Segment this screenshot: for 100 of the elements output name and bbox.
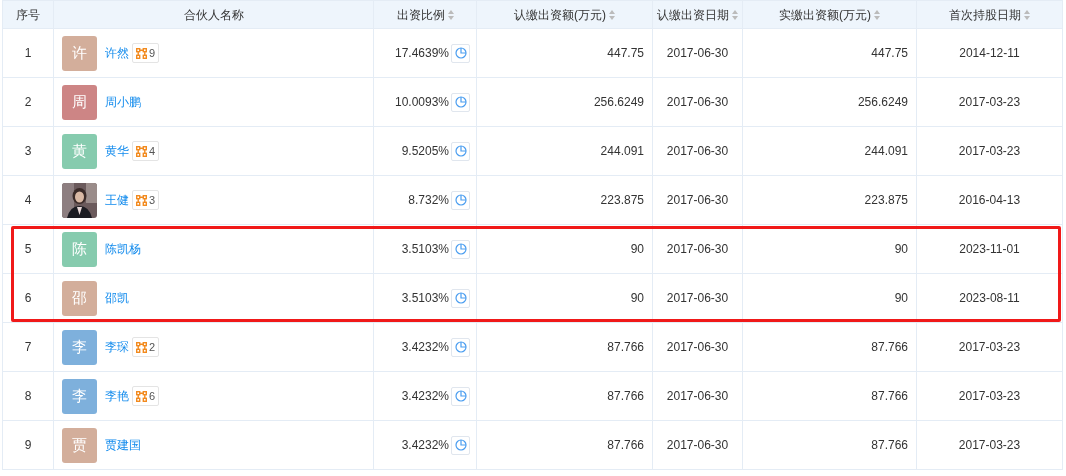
first-holding-date: 2017-03-23	[958, 340, 1021, 354]
chart-button[interactable]	[451, 386, 470, 406]
partner-link[interactable]: 李艳	[105, 387, 129, 405]
partner-link[interactable]: 王健	[105, 191, 129, 209]
first-holding-date: 2017-03-23	[958, 95, 1021, 109]
pie-chart-icon	[454, 439, 467, 451]
avatar: 陈	[62, 231, 97, 267]
row-number: 8	[24, 389, 32, 403]
pie-chart-icon	[454, 341, 467, 353]
subscribed-date: 2017-06-30	[666, 291, 729, 305]
avatar: 李	[62, 378, 97, 414]
network-icon	[136, 47, 147, 59]
share-ratio: 9.5205%	[401, 143, 449, 160]
row-number: 3	[24, 144, 32, 158]
paid-amount: 87.766	[871, 389, 908, 403]
column-header: 实缴出资额(万元)	[779, 7, 871, 22]
subscribed-amount: 223.875	[600, 193, 644, 207]
first-holding-date: 2017-03-23	[958, 144, 1021, 158]
first-holding-date: 2017-03-23	[958, 438, 1021, 452]
paid-amount: 244.091	[864, 144, 908, 158]
subscribed-date: 2017-06-30	[666, 389, 729, 403]
subscribed-date: 2017-06-30	[666, 46, 729, 60]
chart-button[interactable]	[451, 239, 470, 259]
avatar: 黄	[62, 133, 97, 169]
related-count-tag[interactable]: 2	[132, 336, 160, 358]
paid-amount: 447.75	[871, 46, 908, 60]
row-number: 7	[24, 340, 32, 354]
chart-button[interactable]	[451, 337, 470, 357]
partner-link[interactable]: 黄华	[105, 142, 129, 160]
network-icon	[136, 390, 147, 402]
share-ratio: 3.5103%	[401, 290, 449, 307]
pie-chart-icon	[454, 292, 467, 304]
paid-amount: 90	[894, 291, 908, 305]
partner-link[interactable]: 李琛	[105, 338, 129, 356]
subscribed-date: 2017-06-30	[666, 340, 729, 354]
subscribed-amount: 447.75	[607, 46, 644, 60]
chart-button[interactable]	[451, 435, 470, 455]
paid-amount: 87.766	[871, 340, 908, 354]
share-ratio: 8.732%	[408, 192, 449, 209]
first-holding-date: 2023-08-11	[959, 291, 1020, 305]
subscribed-date: 2017-06-30	[666, 144, 729, 158]
subscribed-amount: 90	[630, 242, 644, 256]
chart-button[interactable]	[451, 190, 470, 210]
partner-link[interactable]: 许然	[105, 44, 129, 62]
subscribed-amount: 87.766	[607, 389, 644, 403]
avatar: 邵	[62, 280, 97, 316]
avatar: 贾	[62, 427, 97, 463]
avatar: 许	[62, 35, 97, 71]
network-icon	[136, 145, 147, 157]
subscribed-amount: 90	[630, 291, 644, 305]
paid-amount: 256.6249	[857, 95, 908, 109]
related-count-tag[interactable]: 9	[132, 42, 160, 64]
subscribed-amount: 87.766	[607, 340, 644, 354]
chart-button[interactable]	[451, 288, 470, 308]
avatar: 周	[62, 84, 97, 120]
pie-chart-icon	[454, 47, 467, 59]
column-header: 首次持股日期	[949, 7, 1021, 22]
share-ratio: 3.4232%	[401, 437, 449, 454]
chart-button[interactable]	[451, 92, 470, 112]
row-number: 1	[24, 46, 32, 60]
share-ratio: 3.4232%	[401, 388, 449, 405]
first-holding-date: 2016-04-13	[958, 193, 1021, 207]
column-header: 认缴出资额(万元)	[514, 7, 606, 22]
paid-amount: 90	[894, 242, 908, 256]
row-number: 6	[24, 291, 32, 305]
row-number: 9	[24, 438, 32, 452]
column-header: 认缴出资日期	[657, 7, 729, 22]
related-count-tag[interactable]: 3	[132, 189, 160, 211]
subscribed-amount: 87.766	[607, 438, 644, 452]
first-holding-date: 2014-12-11	[959, 46, 1020, 60]
partner-link[interactable]: 陈凯杨	[105, 240, 141, 258]
first-holding-date: 2023-11-01	[959, 242, 1020, 256]
pie-chart-icon	[454, 390, 467, 402]
row-number: 4	[24, 193, 32, 207]
related-count-tag[interactable]: 4	[132, 140, 160, 162]
partner-link[interactable]: 贾建国	[105, 436, 141, 454]
row-number: 5	[24, 242, 32, 256]
subscribed-amount: 244.091	[600, 144, 644, 158]
pie-chart-icon	[454, 145, 467, 157]
paid-amount: 87.766	[871, 438, 908, 452]
related-count-tag[interactable]: 6	[132, 385, 160, 407]
share-ratio: 10.0093%	[394, 94, 449, 111]
network-icon	[136, 341, 147, 353]
subscribed-date: 2017-06-30	[666, 242, 729, 256]
share-ratio: 3.4232%	[401, 339, 449, 356]
subscribed-date: 2017-06-30	[666, 95, 729, 109]
pie-chart-icon	[454, 194, 467, 206]
column-header: 出资比例	[396, 7, 445, 22]
chart-button[interactable]	[451, 43, 470, 63]
pie-chart-icon	[454, 243, 467, 255]
chart-button[interactable]	[451, 141, 470, 161]
avatar: 李	[62, 329, 97, 365]
subscribed-date: 2017-06-30	[666, 438, 729, 452]
pie-chart-icon	[454, 96, 467, 108]
share-ratio: 3.5103%	[401, 241, 449, 258]
subscribed-date: 2017-06-30	[666, 193, 729, 207]
partner-link[interactable]: 邵凯	[105, 289, 129, 307]
first-holding-date: 2017-03-23	[958, 389, 1021, 403]
column-header: 序号	[16, 7, 40, 22]
partner-link[interactable]: 周小鹏	[105, 93, 141, 111]
